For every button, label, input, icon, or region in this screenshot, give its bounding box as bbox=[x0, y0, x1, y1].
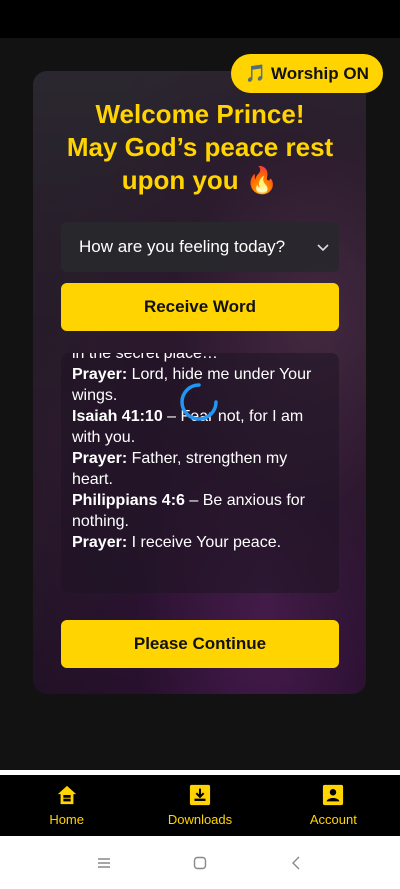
nav-item-account[interactable]: Account bbox=[267, 775, 400, 836]
nav-item-downloads[interactable]: Downloads bbox=[133, 775, 266, 836]
bottom-nav: Home Downloads Account bbox=[0, 775, 400, 836]
welcome-line-3: upon you 🔥 bbox=[121, 165, 279, 195]
worship-toggle-button[interactable]: 🎵 Worship ON bbox=[231, 54, 383, 93]
home-square-icon[interactable] bbox=[190, 853, 210, 873]
welcome-heading: Welcome Prince! May God’s peace rest upo… bbox=[40, 98, 360, 197]
home-icon bbox=[57, 785, 76, 805]
nav-label-home: Home bbox=[49, 812, 84, 827]
download-icon bbox=[189, 784, 211, 806]
feeling-select[interactable]: How are you feeling today? bbox=[61, 222, 339, 272]
word-entry: Prayer: Father, strengthen my heart. bbox=[72, 450, 288, 488]
loading-spinner-icon bbox=[178, 381, 220, 423]
word-partial-line: in the secret place… bbox=[72, 353, 218, 362]
word-entry: Prayer: I receive Your peace. bbox=[72, 534, 282, 551]
chevron-down-icon bbox=[317, 240, 329, 255]
receive-word-button[interactable]: Receive Word bbox=[61, 283, 339, 331]
word-entry: Philippians 4:6 – Be anxious for nothing… bbox=[72, 492, 305, 530]
nav-item-home[interactable]: Home bbox=[0, 775, 133, 836]
please-continue-button[interactable]: Please Continue bbox=[61, 620, 339, 668]
welcome-line-2: May God’s peace rest bbox=[66, 132, 334, 162]
status-bar bbox=[0, 0, 400, 38]
nav-label-account: Account bbox=[309, 812, 357, 827]
menu-icon[interactable] bbox=[94, 853, 114, 873]
back-icon[interactable] bbox=[286, 853, 306, 873]
account-icon bbox=[323, 784, 344, 806]
feeling-select-value: How are you feeling today? bbox=[79, 237, 286, 256]
welcome-line-1: Welcome Prince! bbox=[95, 99, 305, 129]
system-nav-bar bbox=[0, 836, 400, 889]
nav-label-downloads: Downloads bbox=[167, 812, 233, 827]
